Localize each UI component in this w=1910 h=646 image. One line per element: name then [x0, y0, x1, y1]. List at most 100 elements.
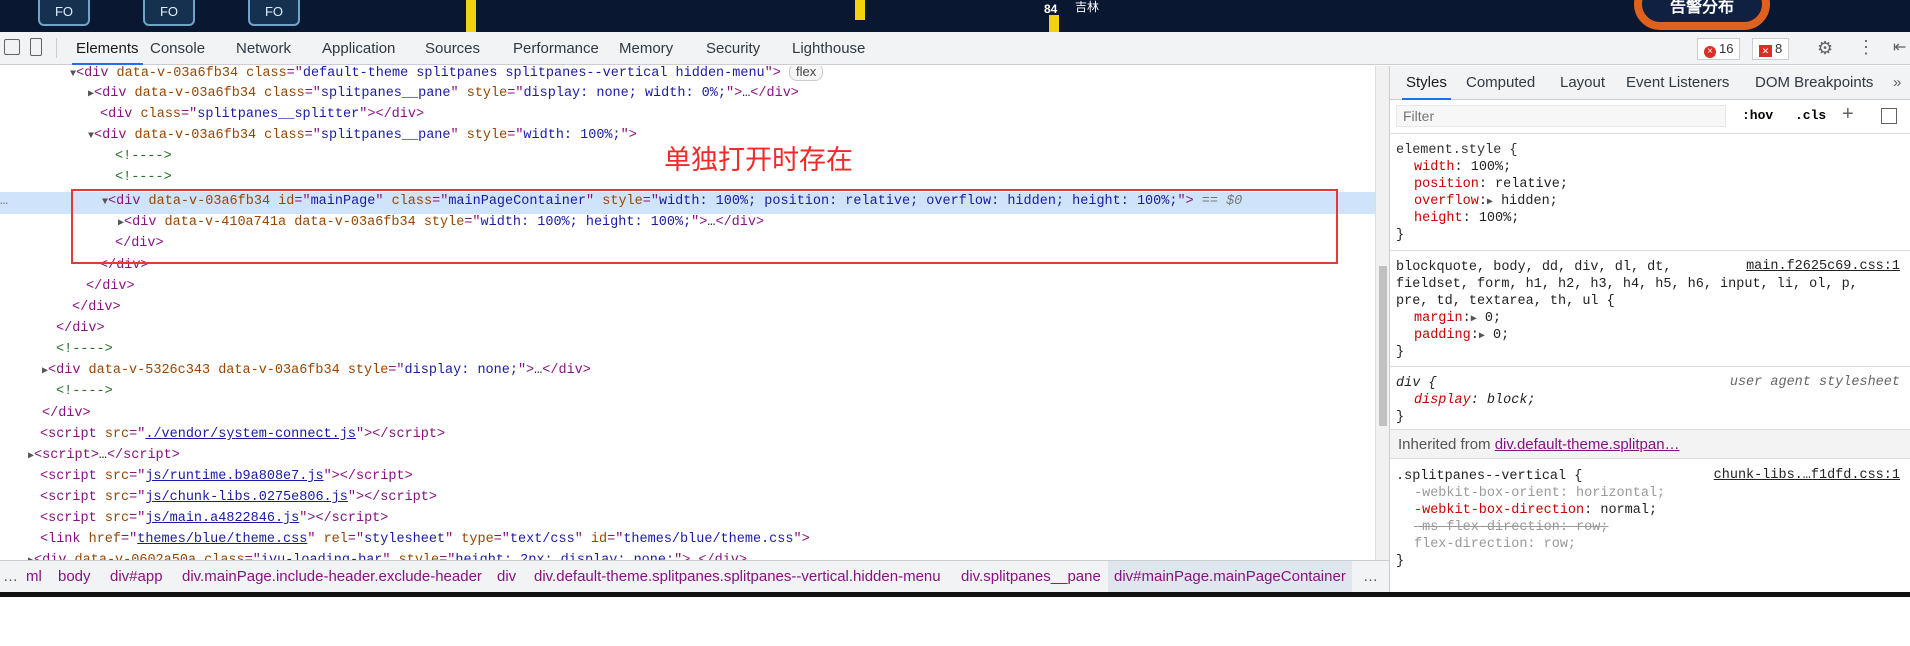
styles-pane-tabs: Styles Computed Layout Event Listeners D… — [1389, 66, 1910, 100]
styles-filter-input[interactable] — [1396, 105, 1726, 127]
dom-script-line[interactable]: ▶<script>…</script> — [28, 446, 180, 466]
rule-source-link[interactable]: chunk-libs.…f1dfd.css:1 — [1714, 468, 1900, 483]
tab-styles[interactable]: Styles — [1402, 66, 1451, 100]
scrollbar-thumb[interactable] — [1379, 266, 1387, 426]
style-declaration[interactable]: position: relative; — [1414, 176, 1568, 194]
dom-line[interactable]: ▶<div data-v-03a6fb34 class="splitpanes_… — [88, 84, 799, 104]
app-badge: FO — [38, 0, 90, 26]
dom-script-line[interactable]: <script src="js/chunk-libs.0275e806.js">… — [40, 488, 437, 508]
dock-side-icon[interactable]: ⇤ — [1893, 37, 1906, 57]
style-declaration[interactable]: -webkit-box-direction: normal; — [1414, 502, 1657, 520]
alarm-distribution-button[interactable]: 告警分布 — [1634, 0, 1770, 30]
rule-selector[interactable]: .splitpanes--vertical { — [1396, 468, 1582, 486]
inherited-element-link[interactable]: div.default-theme.splitpan… — [1495, 436, 1680, 453]
tab-layout[interactable]: Layout — [1560, 66, 1605, 100]
annotation-highlight-box — [71, 189, 1338, 264]
style-declaration-overridden[interactable]: -ms-flex-direction: row; — [1414, 519, 1608, 537]
dom-script-line[interactable]: <script src="js/runtime.b9a808e7.js"></s… — [40, 467, 413, 487]
dom-comment[interactable]: <!----> — [115, 147, 172, 167]
style-declaration[interactable]: padding:▶ 0; — [1414, 327, 1509, 345]
breadcrumb-item[interactable]: ml — [26, 561, 42, 592]
tab-network[interactable]: Network — [236, 32, 291, 65]
breadcrumb-item[interactable]: div — [497, 561, 516, 592]
dom-close-tag[interactable]: </div> — [86, 277, 135, 297]
breadcrumb-overflow-right[interactable]: … — [1363, 561, 1378, 592]
dom-line[interactable]: ▶<div data-v-5326c343 data-v-03a6fb34 st… — [42, 361, 591, 381]
dom-close-tag[interactable]: </div> — [72, 298, 121, 318]
flex-badge[interactable]: flex — [788, 66, 824, 81]
more-tabs-chevron-icon[interactable]: » — [1893, 66, 1901, 100]
dom-script-line[interactable]: <script src="./vendor/system-connect.js"… — [40, 425, 445, 445]
breadcrumb-item[interactable]: div.default-theme.splitpanes.splitpanes-… — [534, 561, 941, 592]
tab-event-listeners[interactable]: Event Listeners — [1626, 66, 1729, 100]
rule-selector[interactable]: blockquote, body, dd, div, dl, dt, — [1396, 259, 1671, 277]
settings-gear-icon[interactable]: ⚙ — [1817, 38, 1833, 59]
style-declaration[interactable]: display: block; — [1414, 392, 1536, 410]
dom-comment[interactable]: <!----> — [56, 340, 113, 360]
breadcrumb-item[interactable]: div.splitpanes__pane — [961, 561, 1101, 592]
tab-performance[interactable]: Performance — [513, 32, 599, 65]
breadcrumb-item[interactable]: div.mainPage.include-header.exclude-head… — [182, 561, 482, 592]
rule-close-brace: } — [1396, 345, 1405, 360]
app-chart-bar — [466, 0, 476, 32]
app-badge: FO — [248, 0, 300, 26]
tab-security[interactable]: Security — [706, 32, 760, 65]
toolbar-divider — [56, 38, 57, 58]
rule-selector[interactable]: fieldset, form, h1, h2, h3, h4, h5, h6, … — [1396, 276, 1858, 294]
page-bottom-area — [0, 592, 1910, 646]
dom-tree-scrollbar[interactable] — [1375, 66, 1389, 560]
dom-close-tag[interactable]: </div> — [42, 404, 91, 424]
errors-count: 8 — [1775, 41, 1783, 56]
rule-source-link[interactable]: main.f2625c69.css:1 — [1746, 259, 1900, 274]
errors-counter[interactable]: ✕ 8 — [1752, 38, 1790, 60]
breadcrumb-item[interactable]: body — [58, 561, 91, 592]
rule-divider — [1390, 250, 1910, 251]
tab-application[interactable]: Application — [322, 32, 395, 65]
rule-selector[interactable]: element.style { — [1396, 142, 1518, 160]
device-toolbar-icon[interactable] — [30, 38, 42, 56]
style-declaration[interactable]: flex-direction: row; — [1414, 536, 1576, 554]
style-declaration[interactable]: -webkit-box-orient: horizontal; — [1414, 485, 1665, 503]
new-style-rule-icon[interactable]: + — [1842, 103, 1854, 126]
breadcrumb-item[interactable]: div#app — [110, 561, 163, 592]
dom-gutter-ellipsis: … — [0, 194, 9, 209]
devtools-tab-bar: Elements Console Network Application Sou… — [0, 32, 1910, 65]
class-toggle[interactable]: .cls — [1795, 108, 1826, 123]
dom-comment[interactable]: <!----> — [56, 382, 113, 402]
inherited-from-header: Inherited from div.default-theme.splitpa… — [1390, 429, 1910, 459]
app-chart-value: 84 — [1044, 2, 1058, 16]
style-declaration[interactable]: width: 100%; — [1414, 159, 1511, 177]
style-declaration[interactable]: height: 100%; — [1414, 210, 1519, 228]
styles-filter-bar: :hov .cls + — [1389, 100, 1910, 134]
tab-lighthouse[interactable]: Lighthouse — [792, 32, 865, 65]
tab-dom-breakpoints[interactable]: DOM Breakpoints — [1755, 66, 1873, 100]
dom-script-line[interactable]: <script src="js/main.a4822846.js"></scri… — [40, 509, 388, 529]
style-declaration[interactable]: overflow:▶ hidden; — [1414, 193, 1558, 211]
rule-selector[interactable]: pre, td, textarea, th, ul { — [1396, 293, 1615, 311]
style-declaration[interactable]: margin:▶ 0; — [1414, 310, 1501, 328]
dom-close-tag[interactable]: </div> — [56, 319, 105, 339]
styles-rules-panel: element.style { width: 100%; position: r… — [1389, 134, 1910, 592]
dom-line[interactable]: <div class="splitpanes__splitter"></div> — [100, 105, 424, 125]
app-chart-bar — [855, 0, 865, 20]
tab-computed[interactable]: Computed — [1466, 66, 1535, 100]
dom-line[interactable]: ▶<div data-v-0602a50a class="ivu-loading… — [28, 551, 747, 560]
dom-link-line[interactable]: <link href="themes/blue/theme.css" rel="… — [40, 530, 810, 550]
toggle-sidebar-icon[interactable] — [1881, 108, 1897, 124]
breadcrumb-overflow-left[interactable]: … — [3, 561, 18, 592]
tab-sources[interactable]: Sources — [425, 32, 480, 65]
warnings-counter[interactable]: × 16 — [1697, 38, 1741, 60]
inspect-element-icon[interactable] — [4, 39, 20, 55]
tab-memory[interactable]: Memory — [619, 32, 673, 65]
dom-tree-panel: ▼<div data-v-03a6fb34 class="default-the… — [0, 66, 1375, 560]
rule-close-brace: } — [1396, 410, 1405, 425]
dom-line[interactable]: ▼<div data-v-03a6fb34 class="splitpanes_… — [88, 126, 637, 146]
tab-elements[interactable]: Elements — [72, 32, 143, 65]
breadcrumb-item-active[interactable]: div#mainPage.mainPageContainer — [1108, 561, 1352, 592]
more-options-icon[interactable]: ⋮ — [1857, 37, 1875, 58]
tab-console[interactable]: Console — [150, 32, 205, 65]
hover-state-toggle[interactable]: :hov — [1742, 108, 1773, 123]
dom-line[interactable]: ▼<div data-v-03a6fb34 class="default-the… — [70, 66, 824, 83]
dom-comment[interactable]: <!----> — [115, 168, 172, 188]
rule-selector[interactable]: div { — [1396, 375, 1437, 393]
